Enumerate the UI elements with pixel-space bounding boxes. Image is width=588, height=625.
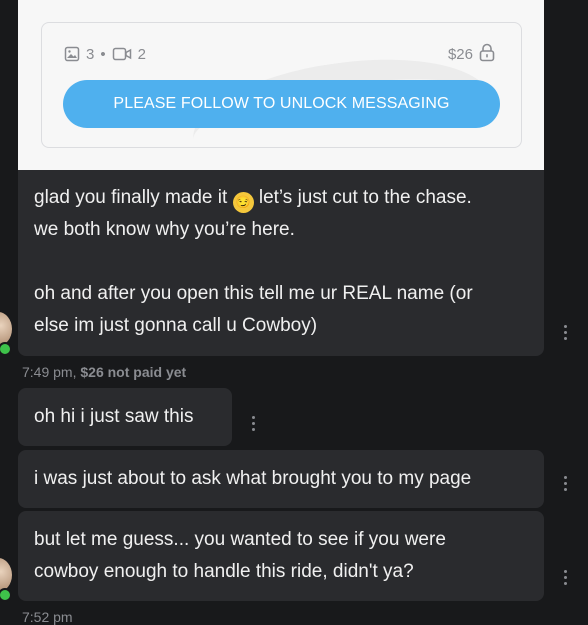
message-bubble[interactable]: i was just about to ask what brought you… bbox=[18, 450, 544, 508]
message-bubble[interactable]: oh hi i just saw this bbox=[18, 388, 232, 446]
online-status-icon bbox=[0, 342, 12, 356]
message-text: i was just about to ask what brought you… bbox=[34, 468, 472, 489]
unlock-messaging-button[interactable]: PLEASE FOLLOW TO UNLOCK MESSAGING bbox=[63, 80, 500, 128]
message-line: glad you finally made it 😏 let’s just cu… bbox=[34, 182, 528, 214]
message-bubble[interactable]: glad you finally made it 😏 let’s just cu… bbox=[18, 170, 544, 356]
message-line: but let me guess... you wanted to see if… bbox=[34, 529, 446, 550]
message-text: let’s just cut to the chase. bbox=[258, 187, 472, 208]
price-label: $26 bbox=[447, 46, 473, 63]
message-time: 7:52 pm bbox=[22, 609, 73, 625]
media-counts: 3 • 2 bbox=[64, 43, 146, 65]
message-bubble[interactable]: but let me guess... you wanted to see if… bbox=[18, 511, 544, 601]
more-options-icon[interactable] bbox=[564, 325, 568, 340]
message-line: oh and after you open this tell me ur RE… bbox=[34, 283, 473, 304]
message-line: cowboy enough to handle this ride, didn'… bbox=[34, 561, 414, 582]
avatar[interactable] bbox=[0, 558, 12, 592]
smirking-face-icon: 😏 bbox=[232, 192, 254, 213]
post-price: $26 bbox=[448, 43, 495, 66]
more-options-icon[interactable] bbox=[252, 416, 256, 431]
locked-post-card: 3 • 2 $26 PLEASE FOLLOW TO UNLOCK MESSAG… bbox=[18, 0, 544, 170]
message-line: else im just gonna call u Cowboy) bbox=[34, 315, 318, 336]
payment-status: $26 not paid yet bbox=[80, 364, 187, 380]
message-text: glad you finally made it bbox=[34, 187, 228, 208]
photo-count: 3 bbox=[86, 45, 95, 63]
message-line: we both know why you’re here. bbox=[34, 219, 295, 240]
message-time: 7:49 pm, bbox=[22, 364, 77, 380]
more-options-icon[interactable] bbox=[564, 570, 568, 585]
lock-icon bbox=[479, 43, 495, 66]
video-icon bbox=[112, 46, 132, 62]
more-options-icon[interactable] bbox=[564, 476, 568, 491]
locked-post-preview: 3 • 2 $26 PLEASE FOLLOW TO UNLOCK MESSAG… bbox=[41, 22, 522, 148]
media-separator: • bbox=[100, 45, 106, 63]
online-status-icon bbox=[0, 588, 12, 602]
video-count: 2 bbox=[137, 45, 146, 63]
photo-icon bbox=[64, 46, 80, 62]
avatar[interactable] bbox=[0, 312, 12, 346]
message-meta: 7:49 pm, $26 not paid yet bbox=[22, 364, 186, 380]
message-text: oh hi i just saw this bbox=[34, 406, 194, 427]
